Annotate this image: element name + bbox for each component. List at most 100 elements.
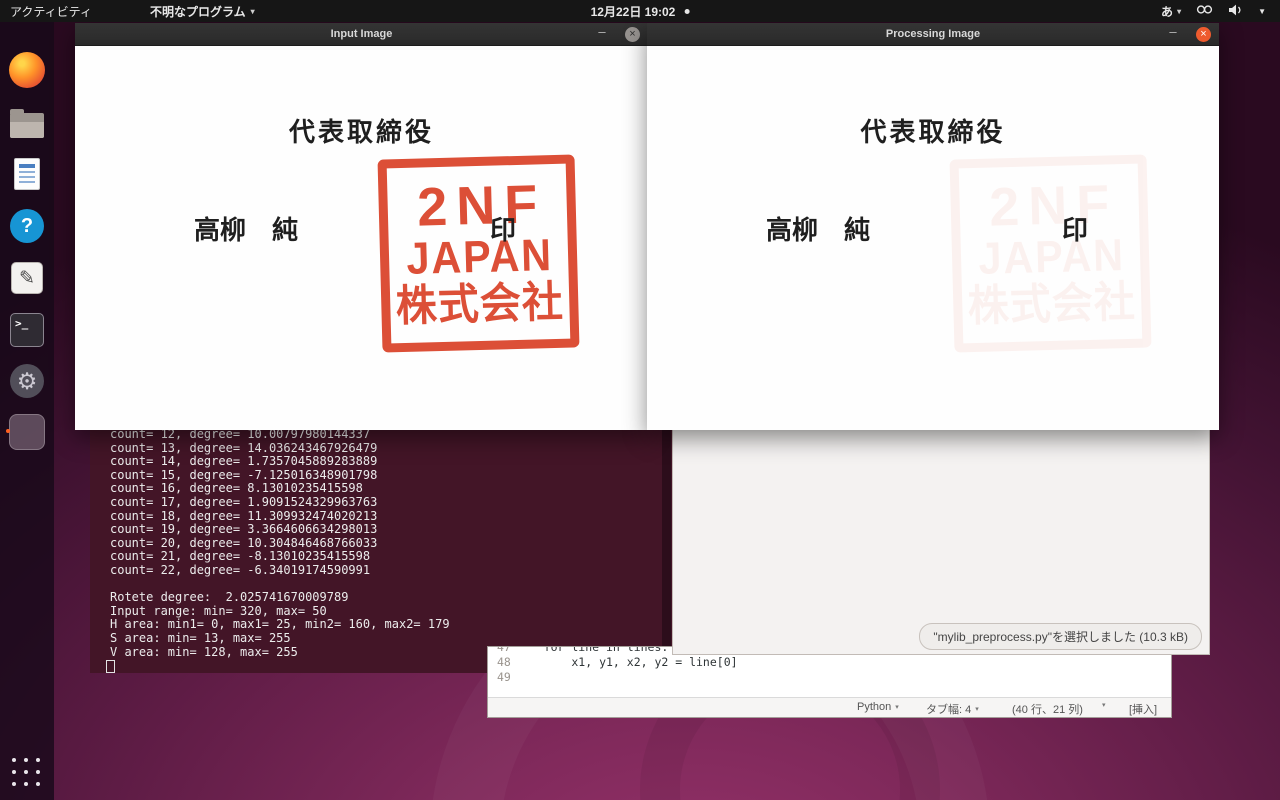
insert-mode-label: [挿入]: [1129, 701, 1157, 717]
screen: count= 12, degree= 10.00797980144337 cou…: [0, 0, 1280, 800]
line-number: 49: [488, 670, 514, 685]
cursor-position-label: (40 行、21 列): [1012, 701, 1083, 717]
chevron-down-icon: ▾: [1102, 701, 1106, 709]
editor-row: 49: [488, 670, 1171, 685]
terminal-line: count= 16, degree= 8.13010235415598: [110, 482, 450, 496]
help-icon: ?: [10, 209, 44, 243]
code-line: x1, y1, x2, y2 = line[0]: [516, 655, 738, 670]
terminal-line: count= 22, degree= -6.34019174590991: [110, 564, 450, 578]
cursor-position: (40 行、21 列): [1012, 701, 1083, 717]
chevron-down-icon: ▾: [975, 705, 979, 713]
input-method-menu[interactable]: あ ▾: [1161, 3, 1181, 20]
terminal-line: Rotete degree: 2.025741670009789: [110, 591, 450, 605]
stamp-line2: JAPAN: [406, 231, 554, 282]
top-bar: アクティビティ 不明なプログラム ▾ 12月22日 19:02 あ ▾: [0, 0, 1280, 22]
dock-item-text-editor[interactable]: ✎: [5, 256, 49, 300]
stamp-line1: 2NF: [989, 178, 1119, 235]
terminal-line: count= 15, degree= -7.125016348901798: [110, 469, 450, 483]
app-menu-label: 不明なプログラム: [150, 3, 246, 20]
show-applications-button[interactable]: [12, 758, 42, 788]
faded-company-stamp: 2NF JAPAN 株式会社: [950, 154, 1152, 352]
minimize-button[interactable]: –: [1165, 24, 1181, 39]
dock: ? ✎ >_ ⚙: [0, 22, 54, 800]
minimize-button[interactable]: –: [594, 24, 610, 39]
dock-item-help[interactable]: ?: [5, 204, 49, 248]
terminal-line: count= 13, degree= 14.036243467926479: [110, 442, 450, 456]
dock-item-terminal[interactable]: >_: [5, 308, 49, 352]
terminal-line: H area: min1= 0, max1= 25, min2= 160, ma…: [110, 618, 450, 632]
close-button[interactable]: ×: [625, 27, 640, 42]
clock-label: 12月22日 19:02: [591, 3, 676, 20]
volume-icon[interactable]: [1228, 4, 1243, 19]
terminal-line: count= 12, degree= 10.00797980144337: [110, 428, 450, 442]
chevron-down-icon: ▾: [251, 7, 255, 16]
running-indicator-dot: [6, 429, 10, 433]
processing-image-window: Processing Image – × 代表取締役 高柳 純 印 2NF JA…: [647, 23, 1219, 430]
text-editor-window[interactable]: 47 for line in lines: 48 x1, y1, x2, y2 …: [487, 646, 1172, 718]
stamp-line2: JAPAN: [978, 231, 1126, 282]
editor-row: 48 x1, y1, x2, y2 = line[0]: [488, 655, 1171, 670]
terminal-line: S area: min= 13, max= 255: [110, 632, 450, 646]
terminal-output: count= 12, degree= 10.00797980144337 cou…: [110, 428, 450, 659]
unknown-app-icon: [9, 414, 45, 450]
editor-status-bar: Python ▾ タブ幅: 4 ▾ (40 行、21 列) ▾ [挿入]: [488, 697, 1171, 717]
network-link-icon[interactable]: [1196, 4, 1213, 18]
close-button[interactable]: ×: [1196, 27, 1211, 42]
processing-image-titlebar[interactable]: Processing Image – ×: [647, 23, 1219, 46]
firefox-icon: [9, 52, 45, 88]
terminal-line: count= 21, degree= -8.13010235415598: [110, 550, 450, 564]
clock-menu[interactable]: 12月22日 19:02: [591, 3, 690, 20]
dock-item-firefox[interactable]: [5, 48, 49, 92]
terminal-line: [110, 578, 450, 592]
position-dropdown[interactable]: ▾: [1102, 701, 1106, 709]
document-heading: 代表取締役: [860, 112, 1005, 149]
code-line: for line in lines:: [516, 646, 668, 655]
terminal-line: count= 19, degree= 3.3664606634298013: [110, 523, 450, 537]
files-folder-icon: [10, 113, 44, 138]
terminal-line: count= 17, degree= 1.9091524329963763: [110, 496, 450, 510]
notification-dot-icon: [684, 9, 689, 14]
terminal-line: count= 14, degree= 1.7357045889283889: [110, 455, 450, 469]
stamp-line1: 2NF: [417, 178, 547, 235]
dock-item-office-document[interactable]: [5, 152, 49, 196]
line-number: 47: [488, 646, 514, 655]
activities-button[interactable]: アクティビティ: [10, 3, 92, 20]
window-title: Processing Image: [886, 28, 980, 40]
dock-item-running-app[interactable]: [5, 410, 49, 454]
system-menu-icon[interactable]: ▼: [1258, 7, 1266, 16]
red-company-stamp: 2NF JAPAN 株式会社: [378, 154, 580, 352]
language-label: Python: [857, 701, 891, 713]
input-image-window: Input Image – × 代表取締役 高柳 純 印 2NF JAPAN 株…: [75, 23, 648, 430]
document-icon: [14, 158, 40, 190]
selection-toast: "mylib_preprocess.py"を選択しました (10.3 kB): [919, 623, 1202, 650]
document-heading: 代表取締役: [289, 112, 434, 149]
terminal-line: count= 18, degree= 11.309932474020213: [110, 510, 450, 524]
terminal-line: Input range: min= 320, max= 50: [110, 605, 450, 619]
window-title: Input Image: [331, 28, 393, 40]
chevron-down-icon: ▾: [1177, 7, 1181, 16]
gear-icon: ⚙: [10, 364, 44, 398]
terminal-line: count= 20, degree= 10.304846468766033: [110, 537, 450, 551]
line-number: 48: [488, 655, 514, 670]
person-name: 高柳 純: [194, 210, 298, 247]
dock-item-settings[interactable]: ⚙: [5, 359, 49, 403]
person-name: 高柳 純: [766, 210, 870, 247]
terminal-line: V area: min= 128, max= 255: [110, 646, 450, 660]
system-indicators: あ ▾ ▼: [1161, 3, 1266, 20]
language-selector[interactable]: Python ▾: [857, 701, 899, 713]
input-image-canvas: 代表取締役 高柳 純 印 2NF JAPAN 株式会社: [75, 46, 648, 430]
tab-width-selector[interactable]: タブ幅: 4 ▾: [926, 701, 979, 717]
stamp-line3: 株式会社: [395, 277, 564, 331]
terminal-cursor: [106, 660, 115, 673]
chevron-down-icon: ▾: [895, 703, 899, 711]
processing-image-canvas: 代表取締役 高柳 純 印 2NF JAPAN 株式会社: [647, 46, 1219, 430]
seal-character: 印: [490, 210, 516, 247]
insert-mode-indicator: [挿入]: [1129, 701, 1157, 717]
input-image-titlebar[interactable]: Input Image – ×: [75, 23, 648, 46]
pen-icon: ✎: [11, 262, 43, 294]
tab-width-label: タブ幅: 4: [926, 701, 971, 717]
input-method-label: あ: [1161, 3, 1173, 20]
terminal-icon: >_: [10, 313, 44, 347]
app-menu[interactable]: 不明なプログラム ▾: [150, 3, 255, 20]
dock-item-files[interactable]: [5, 100, 49, 144]
